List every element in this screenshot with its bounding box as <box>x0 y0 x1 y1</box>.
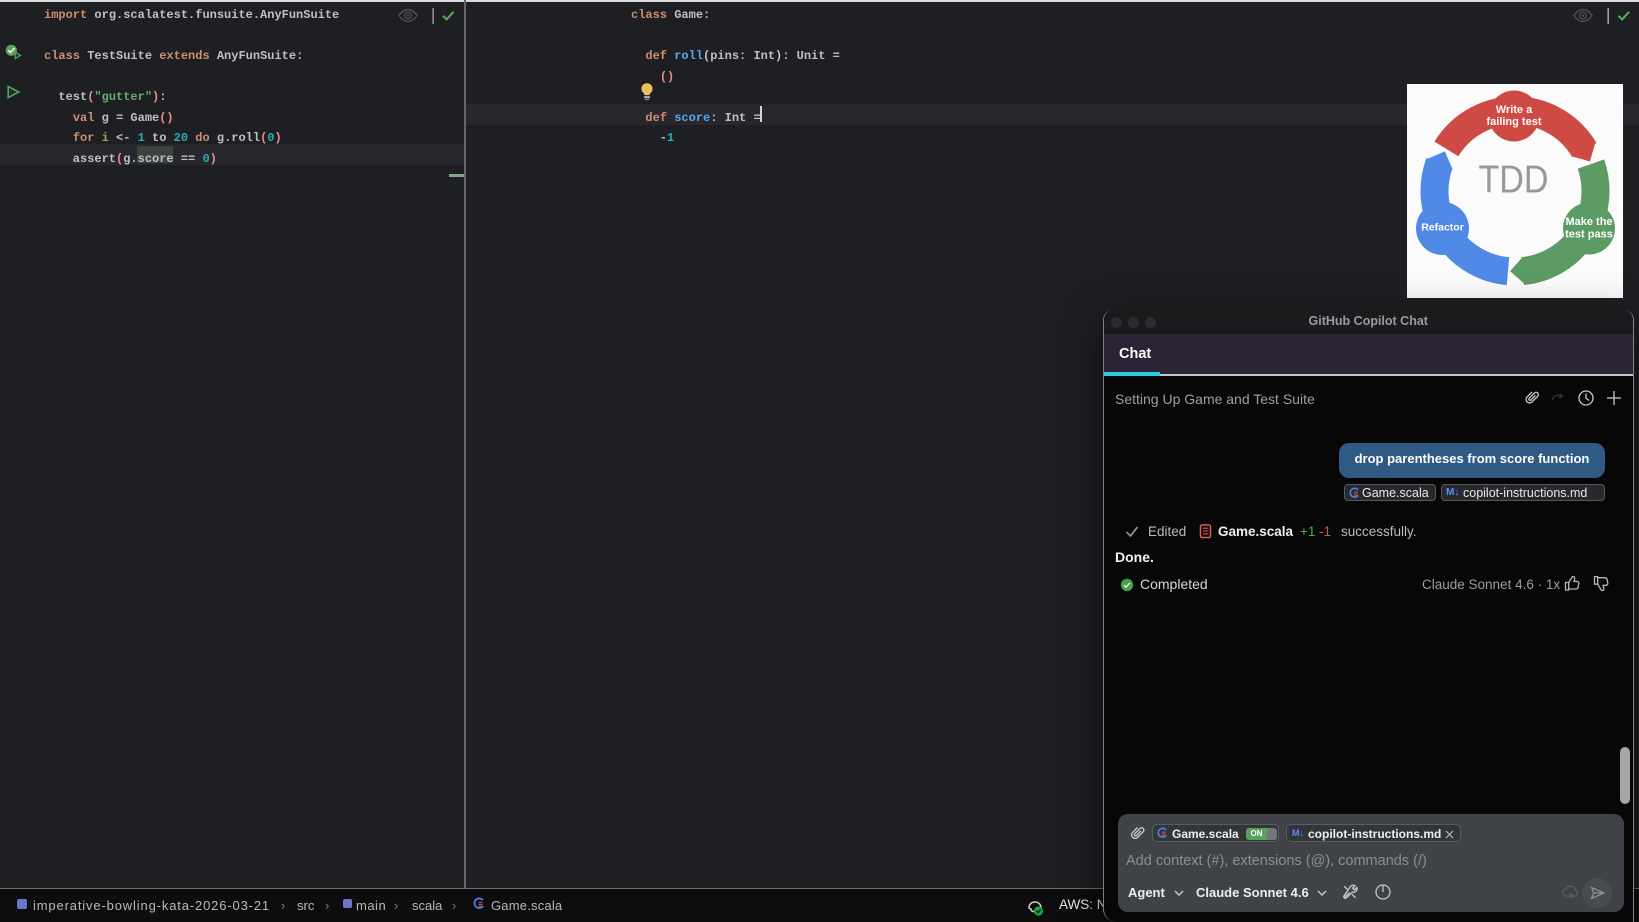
svg-text:Make the: Make the <box>1565 216 1612 228</box>
svg-text:test pass: test pass <box>1565 229 1613 241</box>
svg-text:failing test: failing test <box>1486 116 1541 128</box>
svg-text:TDD: TDD <box>1479 159 1549 202</box>
svg-text:Write a: Write a <box>1496 104 1533 116</box>
svg-text:Refactor: Refactor <box>1421 222 1464 234</box>
